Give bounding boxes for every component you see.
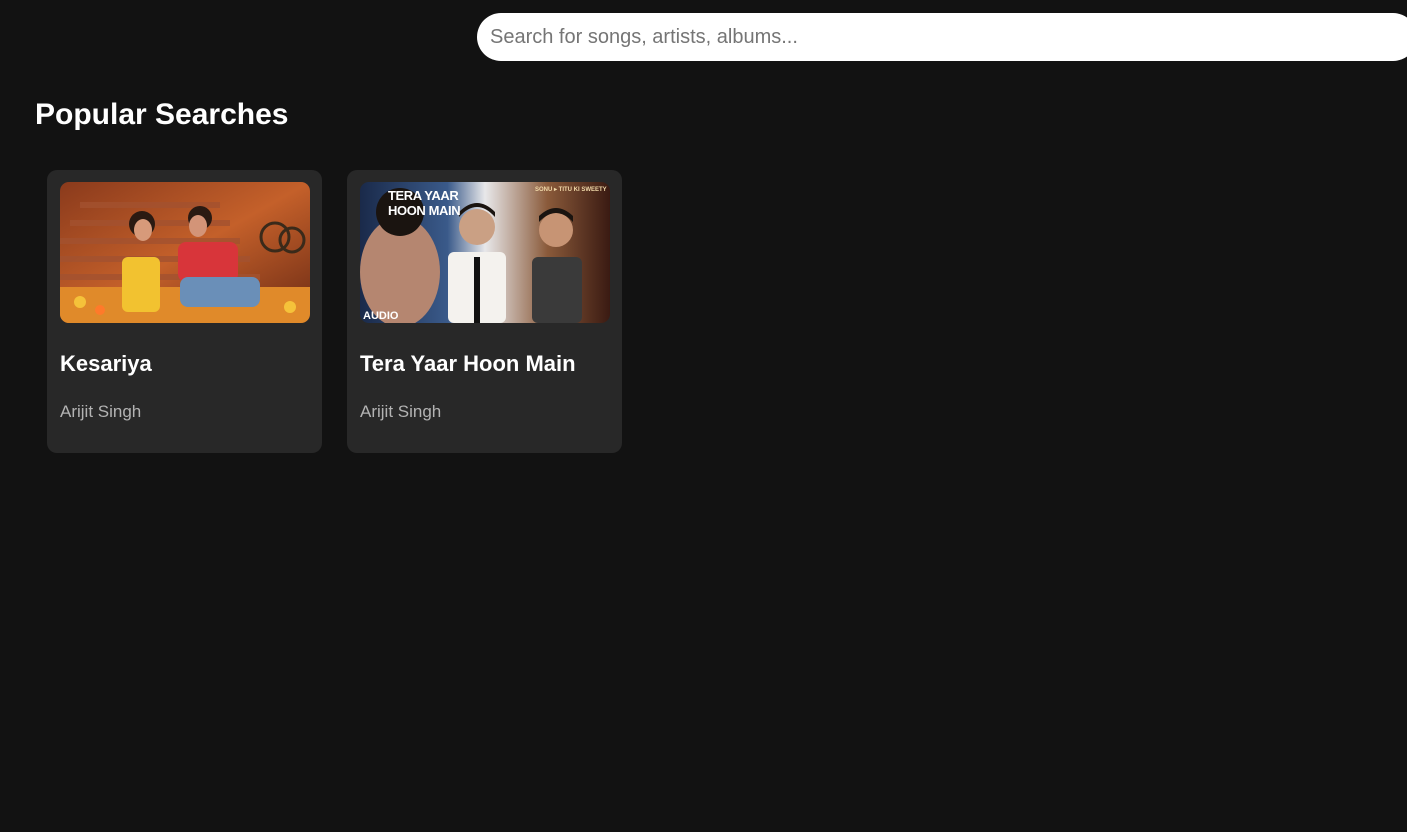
thumb-headline-line2: HOON MAIN xyxy=(388,203,460,218)
thumb-corner-text: SONU ▸ TITU KI SWEETY xyxy=(535,187,607,193)
song-thumbnail: TERA YAAR HOON MAIN SONU ▸ TITU KI SWEET… xyxy=(360,182,610,323)
thumb-audio-badge: AUDIO xyxy=(363,310,399,322)
song-title: Tera Yaar Hoon Main xyxy=(360,351,576,376)
song-artist: Arijit Singh xyxy=(60,402,142,421)
section-title-popular-searches: Popular Searches xyxy=(35,98,289,131)
song-card-tera-yaar-hoon-main[interactable]: TERA YAAR HOON MAIN SONU ▸ TITU KI SWEET… xyxy=(347,170,622,453)
song-title: Kesariya xyxy=(60,351,152,376)
song-artist: Arijit Singh xyxy=(360,402,442,421)
search-input[interactable] xyxy=(477,13,1407,61)
thumb-headline-line1: TERA YAAR xyxy=(388,188,459,203)
song-card-kesariya[interactable]: Kesariya Arijit Singh xyxy=(47,170,322,453)
song-thumbnail xyxy=(60,182,310,323)
